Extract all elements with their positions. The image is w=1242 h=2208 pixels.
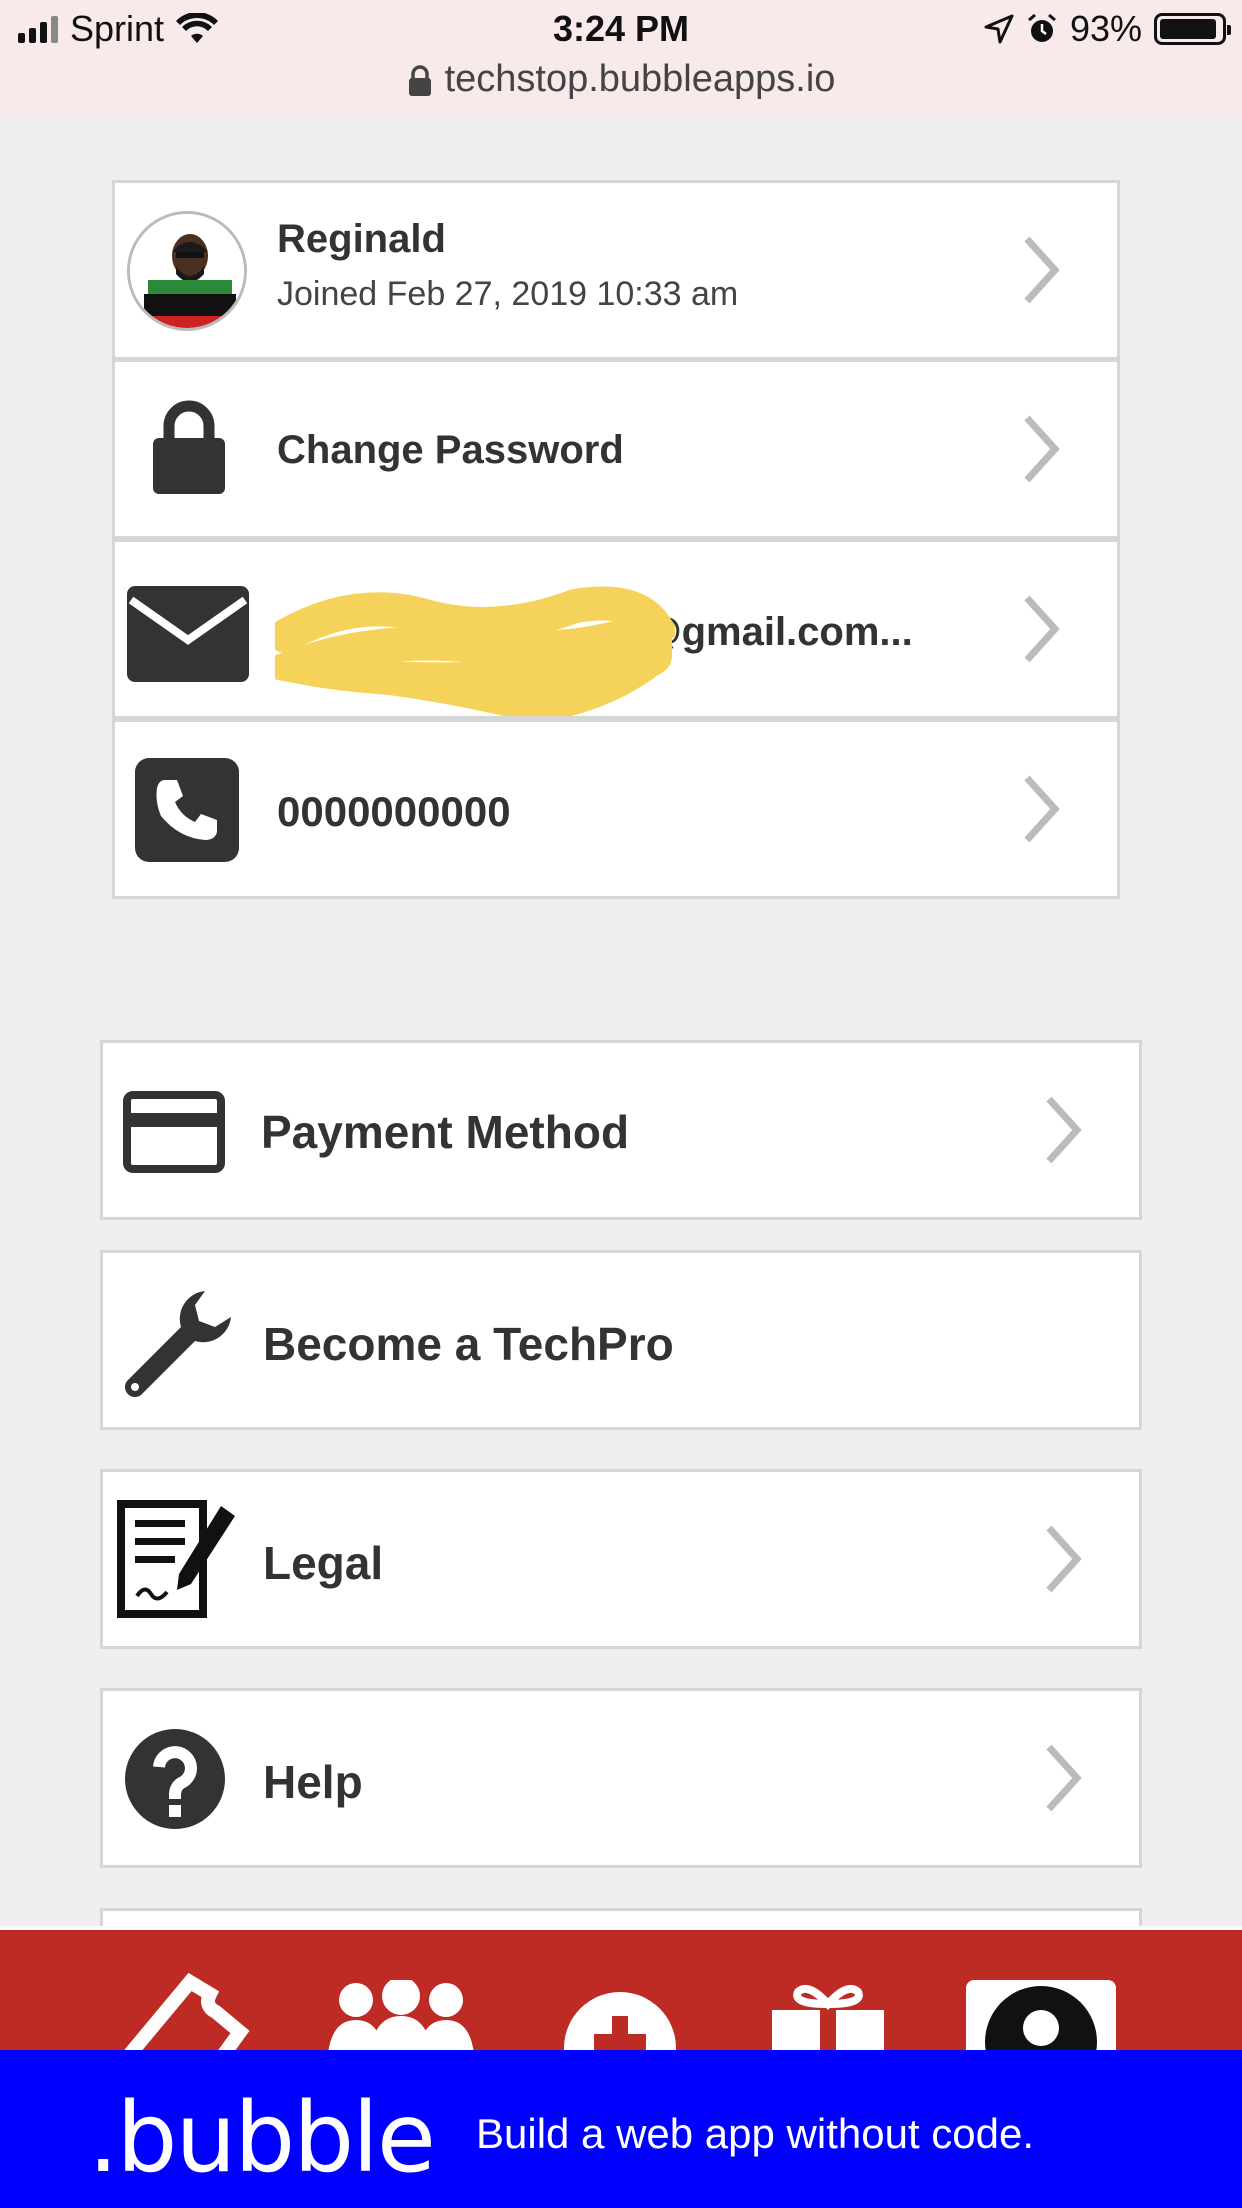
- legal-row[interactable]: Legal: [100, 1469, 1142, 1649]
- chevron-right-icon: [1046, 1525, 1082, 1593]
- chevron-right-icon: [1024, 775, 1060, 843]
- question-circle-icon: [125, 1729, 225, 1829]
- avatar: [127, 211, 247, 331]
- signed-document-icon: [117, 1500, 235, 1618]
- credit-card-icon: [123, 1091, 225, 1173]
- address-bar[interactable]: techstop.bubbleapps.io: [0, 58, 1242, 101]
- battery-icon: [1154, 13, 1231, 45]
- group-tab-icon[interactable]: [326, 1980, 476, 2054]
- lock-icon: [153, 400, 225, 494]
- chevron-right-icon: [1024, 595, 1060, 663]
- change-password-label: Change Password: [277, 428, 624, 472]
- location-arrow-icon: [984, 14, 1014, 44]
- change-password-row[interactable]: Change Password: [112, 359, 1120, 539]
- chevron-right-icon: [1046, 1096, 1082, 1164]
- profile-tab[interactable]: [966, 1980, 1116, 2054]
- become-techpro-label: Become a TechPro: [263, 1318, 674, 1370]
- profile-joined: Joined Feb 27, 2019 10:33 am: [277, 275, 739, 313]
- status-bar: Sprint 3:24 PM 93% techstop.bubbleapps.i…: [0, 0, 1242, 120]
- phone-value: 0000000000: [277, 788, 511, 835]
- chevron-right-icon: [1046, 1744, 1082, 1812]
- battery-percent: 93%: [1069, 8, 1142, 49]
- email-row[interactable]: r @gmail.com...: [112, 539, 1120, 719]
- chevron-right-icon: [1024, 236, 1060, 304]
- chevron-right-icon: [1024, 415, 1060, 483]
- bubble-tagline: Build a web app without code.: [476, 2110, 1035, 2157]
- help-label: Help: [263, 1756, 363, 1808]
- lock-small-icon: [408, 65, 431, 96]
- bubble-banner[interactable]: .bubble Build a web app without code.: [0, 2050, 1242, 2208]
- ticket-tab-icon[interactable]: [120, 1972, 250, 2054]
- bubble-logo: .bubble: [88, 2082, 436, 2194]
- url-text: techstop.bubbleapps.io: [444, 58, 836, 100]
- phone-icon: [135, 758, 239, 862]
- help-row[interactable]: Help: [100, 1688, 1142, 1868]
- gift-tab-icon[interactable]: [768, 1982, 888, 2054]
- phone-row[interactable]: 0000000000: [112, 719, 1120, 899]
- redaction-scribble: [275, 586, 675, 716]
- profile-row[interactable]: Reginald Joined Feb 27, 2019 10:33 am: [112, 180, 1120, 360]
- alarm-icon: [1027, 13, 1056, 42]
- wrench-icon: [125, 1291, 231, 1397]
- add-tab-icon[interactable]: [562, 1990, 678, 2054]
- user-circle-icon: [985, 1986, 1097, 2054]
- legal-label: Legal: [263, 1537, 384, 1589]
- envelope-icon: [127, 586, 249, 682]
- profile-name: Reginald: [277, 217, 446, 261]
- payment-method-label: Payment Method: [261, 1106, 630, 1158]
- bottom-tab-bar: [0, 1926, 1242, 2054]
- payment-method-row[interactable]: Payment Method: [100, 1040, 1142, 1220]
- become-techpro-row[interactable]: Become a TechPro: [100, 1250, 1142, 1430]
